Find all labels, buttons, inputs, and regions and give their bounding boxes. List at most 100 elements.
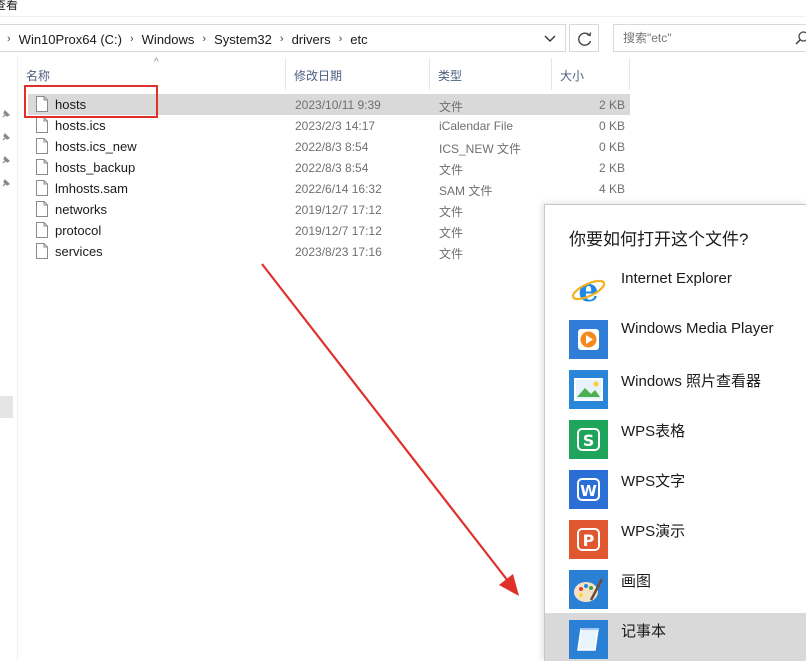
- pin-icon[interactable]: [0, 177, 12, 189]
- app-option[interactable]: Windows 照片查看器: [545, 363, 806, 413]
- media-player-icon: [569, 320, 608, 359]
- app-label: 画图: [621, 570, 651, 591]
- app-option[interactable]: Windows Media Player: [545, 313, 806, 363]
- svg-text:e: e: [578, 271, 598, 309]
- search-icon[interactable]: [794, 30, 806, 46]
- highlight-box-hosts: [24, 85, 158, 118]
- file-size: 2 KB: [599, 98, 625, 112]
- breadcrumb-windows[interactable]: Windows: [142, 32, 195, 47]
- file-row[interactable]: hosts.ics 2023/2/3 14:17 iCalendar File 0 K…: [28, 115, 630, 136]
- pin-icon[interactable]: [0, 131, 12, 143]
- refresh-button[interactable]: [569, 24, 599, 52]
- file-type: ICS_NEW 文件: [439, 140, 521, 157]
- file-icon: [36, 117, 48, 133]
- dialog-title: 你要如何打开这个文件?: [569, 225, 748, 250]
- file-name: lmhosts.sam: [55, 181, 128, 196]
- breadcrumb-system32[interactable]: System32: [214, 32, 272, 47]
- file-list: hosts2023/10/11 9:39文件2 KBhosts.ics2023/…: [28, 94, 630, 262]
- photo-viewer-icon: [569, 370, 608, 409]
- file-modified: 2023/2/3 14:17: [295, 119, 375, 133]
- breadcrumb-etc[interactable]: etc: [350, 32, 367, 47]
- column-name-label: 名称: [26, 69, 50, 83]
- wps-presentation-icon: P: [569, 520, 608, 559]
- file-icon: [36, 201, 48, 217]
- wps-spreadsheet-icon: S: [569, 420, 608, 459]
- file-size: 0 KB: [599, 119, 625, 133]
- pin-icon[interactable]: [0, 154, 12, 166]
- file-icon: [36, 243, 48, 259]
- file-row[interactable]: protocol2019/12/7 17:12文件: [28, 220, 630, 241]
- app-label: WPS表格: [621, 420, 685, 441]
- file-icon: [36, 138, 48, 154]
- app-label: WPS文字: [621, 470, 685, 491]
- file-type: iCalendar File: [439, 119, 513, 133]
- svg-text:P: P: [583, 531, 595, 550]
- chevron-right-icon[interactable]: ›: [339, 33, 343, 45]
- wps-writer-icon: W: [569, 470, 608, 509]
- search-box[interactable]: [613, 24, 806, 52]
- app-label: WPS演示: [621, 520, 685, 541]
- file-modified: 2022/8/3 8:54: [295, 140, 368, 154]
- ribbon-strip: 查看: [0, 0, 806, 17]
- file-modified: 2022/8/3 8:54: [295, 161, 368, 175]
- chevron-right-icon[interactable]: ›: [202, 33, 206, 45]
- file-icon: [36, 222, 48, 238]
- file-type: SAM 文件: [439, 182, 492, 199]
- file-type: 文件: [439, 98, 463, 115]
- address-row: › Win10Prox64 (C:) › Windows › System32 …: [0, 21, 806, 55]
- file-modified: 2022/6/14 16:32: [295, 182, 382, 196]
- app-label: Windows Media Player: [621, 320, 774, 337]
- app-option[interactable]: 记事本: [545, 613, 806, 661]
- file-name: protocol: [55, 223, 101, 238]
- file-row[interactable]: hosts_backup2022/8/3 8:54文件2 KB: [28, 157, 630, 178]
- breadcrumb-drive[interactable]: Win10Prox64 (C:): [19, 32, 122, 47]
- column-type[interactable]: 类型: [430, 58, 552, 90]
- column-size[interactable]: 大小: [552, 58, 630, 90]
- view-tab[interactable]: 查看: [0, 0, 18, 13]
- app-label: Internet Explorer: [621, 270, 732, 287]
- address-bar[interactable]: › Win10Prox64 (C:) › Windows › System32 …: [0, 24, 566, 52]
- file-row[interactable]: lmhosts.sam 2022/6/14 16:32 SAM 文件 4 KB: [28, 178, 630, 199]
- file-row[interactable]: networks2019/12/7 17:12文件: [28, 199, 630, 220]
- file-row[interactable]: services2023/8/23 17:16文件: [28, 241, 630, 262]
- column-size-label: 大小: [560, 69, 584, 83]
- internet-explorer-icon: e: [569, 270, 608, 309]
- notepad-icon: [569, 620, 608, 659]
- refresh-icon: [570, 25, 600, 53]
- app-label: 记事本: [621, 620, 666, 641]
- svg-text:W: W: [580, 482, 597, 500]
- chevron-right-icon[interactable]: ›: [130, 33, 134, 45]
- open-with-dialog: 你要如何打开这个文件? e Internet Explorer Windows Me…: [544, 204, 806, 661]
- file-name: services: [55, 244, 103, 259]
- file-size: 4 KB: [599, 182, 625, 196]
- file-type: 文件: [439, 203, 463, 220]
- file-icon: [36, 180, 48, 196]
- app-option[interactable]: e Internet Explorer: [545, 263, 806, 313]
- file-row[interactable]: hosts.ics_new 2022/8/3 8:54 ICS_NEW 文件 0 KB: [28, 136, 630, 157]
- chevron-right-icon[interactable]: ›: [7, 33, 11, 45]
- pin-icon[interactable]: [0, 108, 12, 120]
- search-input[interactable]: [623, 31, 783, 45]
- file-name: hosts.ics_new: [55, 139, 137, 154]
- chevron-right-icon[interactable]: ›: [280, 33, 284, 45]
- column-modified[interactable]: 修改日期: [286, 58, 430, 90]
- nav-selected-item[interactable]: [0, 396, 13, 418]
- file-type: 文件: [439, 161, 463, 178]
- app-option[interactable]: S WPS表格: [545, 413, 806, 463]
- file-size: 0 KB: [599, 140, 625, 154]
- app-option[interactable]: W WPS文字: [545, 463, 806, 513]
- app-option[interactable]: 画图: [545, 563, 806, 613]
- file-type: 文件: [439, 245, 463, 262]
- svg-text:S: S: [583, 431, 595, 450]
- file-icon: [36, 159, 48, 175]
- column-modified-label: 修改日期: [294, 69, 342, 83]
- file-name: hosts.ics: [55, 118, 106, 133]
- file-modified: 2019/12/7 17:12: [295, 224, 382, 238]
- app-option[interactable]: P WPS演示: [545, 513, 806, 563]
- file-modified: 2023/10/11 9:39: [295, 98, 381, 112]
- file-name: hosts_backup: [55, 160, 135, 175]
- breadcrumb-drivers[interactable]: drivers: [292, 32, 331, 47]
- column-type-label: 类型: [438, 69, 462, 83]
- chevron-down-icon[interactable]: [541, 29, 559, 47]
- app-label: Windows 照片查看器: [621, 370, 761, 391]
